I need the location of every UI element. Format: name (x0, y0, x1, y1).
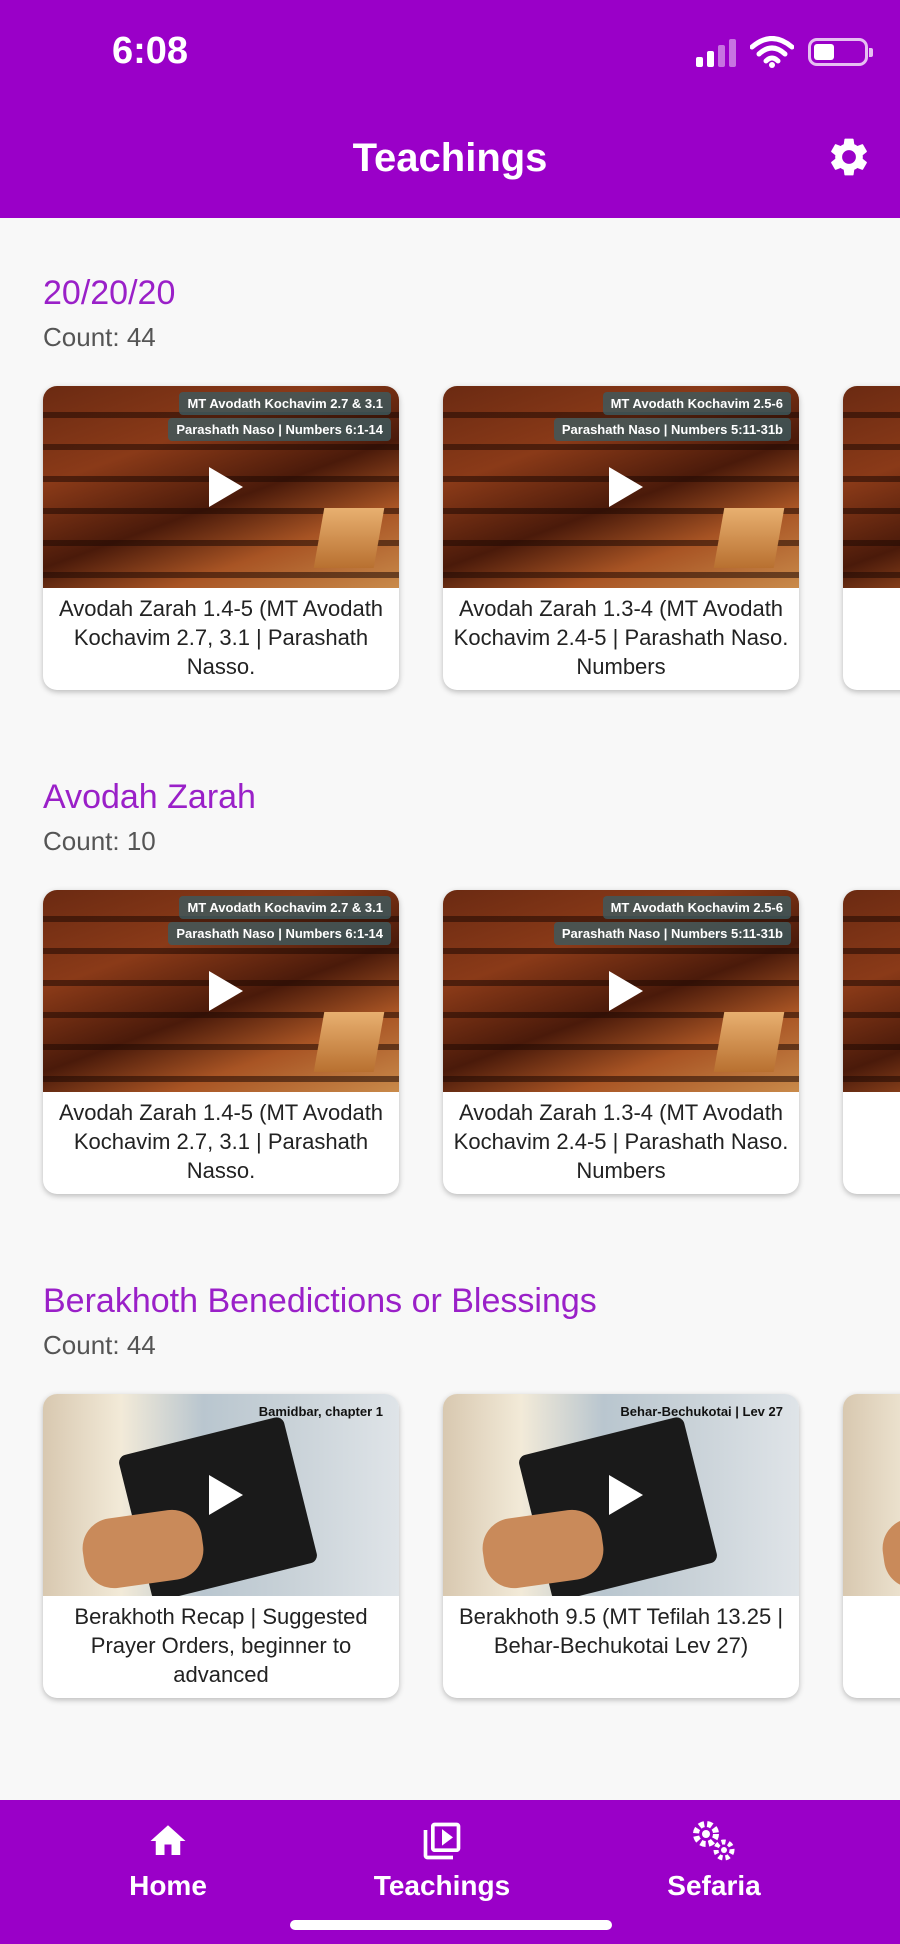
thumbnail-caption: MT Avodath Kochavim 2.5-6 (602, 392, 791, 415)
section-berakhoth: Berakhoth Benedictions or Blessings Coun… (0, 1282, 900, 1742)
video-thumbnail: Behar-Bechukotai | Lev 27 (443, 1394, 799, 1596)
signal-icon (696, 37, 736, 67)
video-card[interactable]: MT Avodath Kochavim 2.5-6 Parashath Naso… (443, 386, 799, 690)
section-title[interactable]: 20/20/20 (43, 274, 175, 313)
bottom-nav: Home Teachings Sefaria (0, 1800, 900, 1944)
status-time: 6:08 (112, 30, 189, 72)
card-carousel[interactable]: MT Avodath Kochavim 2.7 & 3.1 Parashath … (43, 386, 900, 696)
home-indicator[interactable] (290, 1920, 612, 1930)
section-20-20-20: 20/20/20 Count: 44 MT Avodath Kochavim 2… (0, 274, 900, 734)
section-count: Count: 44 (43, 322, 156, 352)
play-icon (209, 971, 243, 1011)
thumbnail-caption: MT Avodath Kochavim 2.7 & 3.1 (179, 392, 391, 415)
video-thumbnail: MT Avodath Kochavim 2.5-6 Parashath Naso… (443, 386, 799, 588)
settings-gear-icon[interactable] (826, 134, 872, 180)
thumbnail-caption: Parashath Naso | Numbers 5:11-31b (553, 922, 791, 945)
video-thumbnail: Bamidbar, chapter 1 (43, 1394, 399, 1596)
nav-label: Sefaria (667, 1870, 761, 1901)
video-title: Avodah Zarah 1.3-4 (MT Avodath Kochavim … (453, 596, 789, 679)
nav-label: Teachings (373, 1870, 511, 1901)
video-thumbnail: MT Avodath Kochavim 2.7 & 3.1 Parashath … (43, 890, 399, 1092)
app-header: 6:08 Teachings (0, 0, 900, 218)
nav-sefaria[interactable]: Sefaria (614, 1818, 814, 1902)
video-card[interactable]: MT Avodath Kochavim 2.5-6 Parashath Naso… (443, 890, 799, 1194)
video-title: Avodah Zarah 1.4-5 (MT Avodath Kochavim … (58, 596, 384, 679)
section-title[interactable]: Avodah Zarah (43, 778, 256, 817)
wifi-icon (750, 36, 794, 68)
thumbnail-caption: Behar-Bechukotai | Lev 27 (620, 1404, 783, 1419)
play-icon (209, 467, 243, 507)
play-icon (609, 1475, 643, 1515)
video-thumbnail: MT Avodath Kochavim 2.5-6 Parashath Naso… (443, 890, 799, 1092)
thumbnail-caption: Bamidbar, chapter 1 (258, 1404, 383, 1419)
card-carousel[interactable]: MT Avodath Kochavim 2.7 & 3.1 Parashath … (43, 890, 900, 1200)
video-thumbnail (843, 890, 900, 1092)
video-card[interactable]: MT Avodath Kochavim 2.7 & 3.1 Parashath … (43, 890, 399, 1194)
video-title: Avodah Zarah 1.4-5 (MT Avodath Kochavim … (58, 1100, 384, 1183)
video-title: Avodah Zarah 1.3-4 (MT Avodath Kochavim … (453, 1100, 789, 1183)
video-thumbnail (843, 386, 900, 588)
play-icon (209, 1475, 243, 1515)
battery-icon (808, 38, 873, 66)
status-icons (696, 36, 873, 68)
video-card[interactable]: Behar-Bechukotai | Lev 27 Berakhoth 9.5 … (443, 1394, 799, 1698)
video-title: Berakhoth 9.5 (MT Tefilah 13.25 | Behar-… (458, 1604, 784, 1658)
section-avodah-zarah: Avodah Zarah Count: 10 MT Avodath Kochav… (0, 778, 900, 1238)
video-title: Berakhoth Recap | Suggested Prayer Order… (74, 1604, 368, 1687)
thumbnail-caption: Parashath Naso | Numbers 6:1-14 (168, 922, 391, 945)
teachings-list[interactable]: 20/20/20 Count: 44 MT Avodath Kochavim 2… (0, 218, 900, 1800)
video-card[interactable]: Bamidbar, chapter 1 Berakhoth Recap | Su… (43, 1394, 399, 1698)
nav-teachings[interactable]: Teachings (342, 1818, 542, 1902)
section-count: Count: 44 (43, 1330, 156, 1360)
page-title: Teachings (352, 136, 548, 180)
video-card-partial[interactable] (843, 386, 900, 690)
play-icon (609, 971, 643, 1011)
video-thumbnail: MT Avodath Kochavim 2.7 & 3.1 Parashath … (43, 386, 399, 588)
gears-icon (693, 1821, 735, 1861)
video-thumbnail (843, 1394, 900, 1596)
thumbnail-caption: MT Avodath Kochavim 2.7 & 3.1 (179, 896, 391, 919)
thumbnail-caption: Parashath Naso | Numbers 6:1-14 (168, 418, 391, 441)
video-card-partial[interactable] (843, 1394, 900, 1698)
thumbnail-caption: Parashath Naso | Numbers 5:11-31b (553, 418, 791, 441)
section-count: Count: 10 (43, 826, 156, 856)
thumbnail-caption: MT Avodath Kochavim 2.5-6 (602, 896, 791, 919)
video-card-partial[interactable] (843, 890, 900, 1194)
home-icon (150, 1825, 186, 1855)
section-title[interactable]: Berakhoth Benedictions or Blessings (43, 1282, 597, 1321)
play-icon (609, 467, 643, 507)
nav-home[interactable]: Home (68, 1818, 268, 1902)
video-card[interactable]: MT Avodath Kochavim 2.7 & 3.1 Parashath … (43, 386, 399, 690)
video-library-icon (423, 1822, 461, 1860)
nav-label: Home (129, 1870, 207, 1901)
card-carousel[interactable]: Bamidbar, chapter 1 Berakhoth Recap | Su… (43, 1394, 900, 1704)
